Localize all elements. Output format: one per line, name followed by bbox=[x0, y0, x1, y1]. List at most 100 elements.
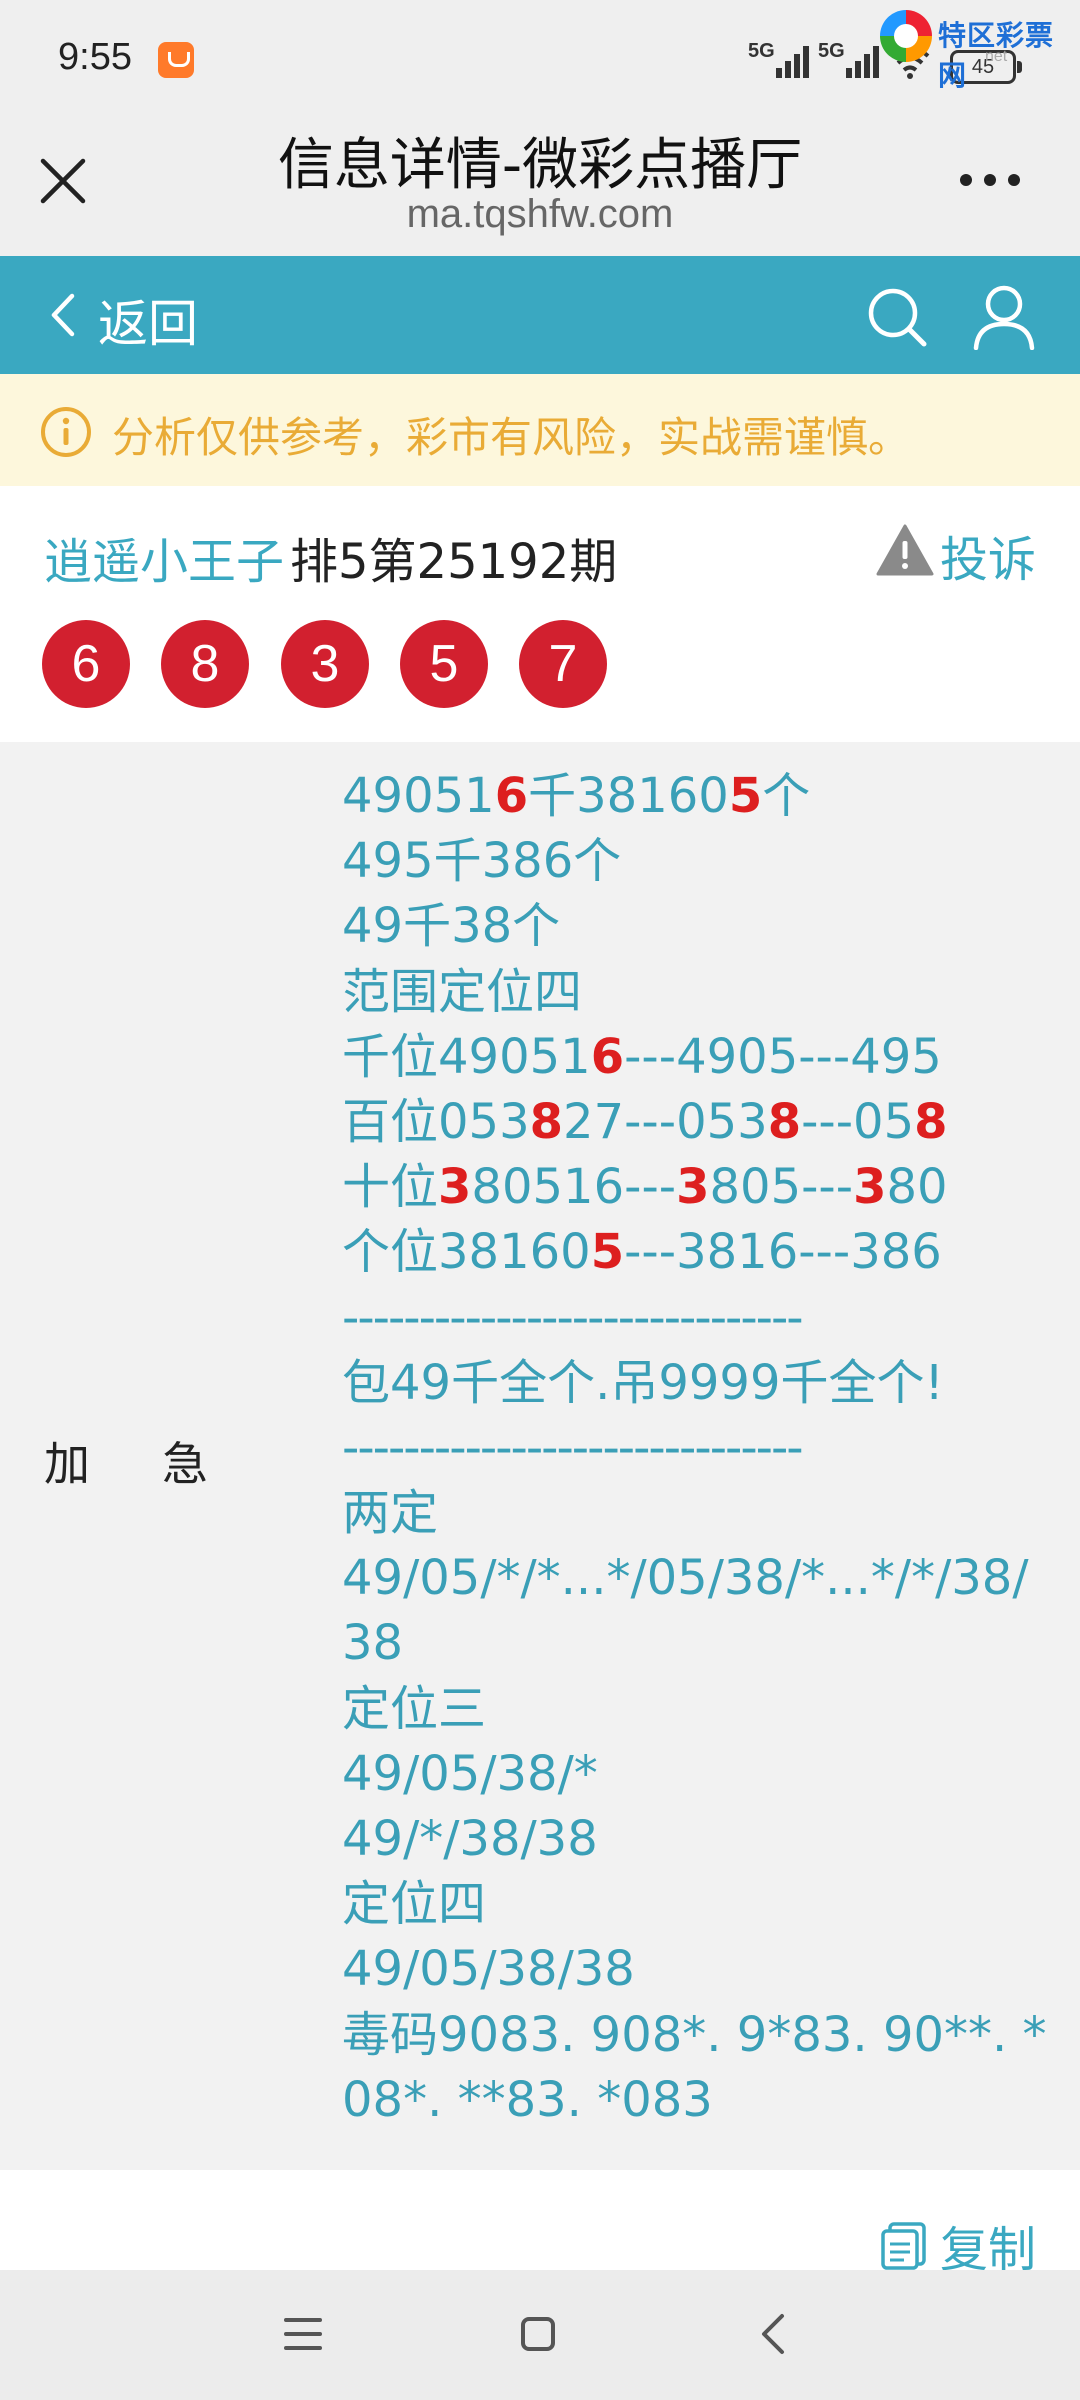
analysis-line: 两定 bbox=[342, 1481, 1042, 1546]
analysis-line: 定位三 bbox=[342, 1677, 1042, 1742]
analysis-line: 490516千381605个 bbox=[342, 764, 1042, 829]
text-segment: ---4905---495 bbox=[624, 1028, 942, 1085]
highlight-digit: 6 bbox=[494, 768, 529, 824]
back-button[interactable]: 返回 bbox=[98, 284, 198, 356]
text-segment: 49/05/38/38 bbox=[342, 1941, 635, 1998]
post-header: 逍遥小王子 排5第25192期 投诉 6 8 3 5 7 bbox=[0, 486, 1080, 742]
watermark-brand: 特区彩票网 bbox=[938, 19, 1055, 92]
analysis-line: 范围定位四 bbox=[342, 960, 1042, 1025]
text-segment: 805--- bbox=[709, 1159, 854, 1216]
analysis-line: 49千38个 bbox=[342, 894, 1042, 959]
status-time: 9:55 bbox=[58, 36, 132, 78]
text-segment: 定位三 bbox=[342, 1680, 487, 1737]
analysis-text: 490516千381605个 495千386个 49千38个 范围定位四 千位49051… bbox=[342, 764, 1047, 2133]
nav-back-icon[interactable] bbox=[758, 2312, 788, 2356]
analysis-line: 49/05/38/* bbox=[342, 1742, 1042, 1807]
status-bar: 9:55 5G 5G 45 特区彩票网 net bbox=[0, 0, 1080, 120]
text-segment: 个 bbox=[762, 768, 811, 824]
close-icon[interactable] bbox=[38, 156, 88, 206]
analysis-line: 千位490516---4905---495 bbox=[342, 1025, 1042, 1090]
analysis-line: 定位四 bbox=[342, 1872, 1042, 1937]
network-type-2: 5G bbox=[818, 40, 845, 62]
warning-icon[interactable] bbox=[876, 524, 934, 576]
system-nav-bar bbox=[0, 2270, 1080, 2400]
post-content: 加急 490516千381605个 495千386个 49千38个 范围定位四 千位49… bbox=[0, 742, 1080, 2170]
analysis-line: 49/05/*/*...*/05/38/*...*/*/38/ bbox=[342, 1546, 1042, 1611]
text-segment: 毒码9083. 908*. 9*83. 90**. * bbox=[342, 2006, 1047, 2063]
signal-1-icon bbox=[776, 44, 818, 78]
text-segment: 49千38个 bbox=[342, 898, 561, 955]
category-label: 加急 bbox=[44, 1428, 280, 1494]
highlight-digit: 5 bbox=[590, 1224, 625, 1281]
text-segment: ------------------------------ bbox=[342, 1289, 804, 1346]
text-segment: 千38160 bbox=[528, 768, 729, 824]
issue-title: 排5第25192期 bbox=[290, 534, 618, 590]
text-segment: 千位49051 bbox=[342, 1028, 591, 1085]
menu-icon[interactable] bbox=[284, 2316, 322, 2352]
lottery-ball: 3 bbox=[281, 620, 369, 708]
text-segment: 包49千全个.吊9999千全个! bbox=[342, 1354, 944, 1411]
user-icon[interactable] bbox=[972, 284, 1036, 350]
complain-button[interactable]: 投诉 bbox=[940, 520, 1036, 590]
analysis-line: 38 bbox=[342, 1611, 1042, 1676]
text-segment: 495千386个 bbox=[342, 833, 622, 890]
copy-bar: 复制 bbox=[0, 2170, 1080, 2278]
text-segment: 定位四 bbox=[342, 1876, 487, 1933]
highlight-digit: 8 bbox=[767, 1093, 802, 1150]
divider-line: ------------------------------ bbox=[342, 1416, 1042, 1481]
lottery-ball: 5 bbox=[400, 620, 488, 708]
text-segment: 27---053 bbox=[563, 1093, 768, 1150]
highlight-digit: 3 bbox=[853, 1159, 887, 1216]
text-segment: 08*. **83. *083 bbox=[342, 2071, 713, 2128]
category-label-char: 急 bbox=[162, 1437, 208, 1491]
text-segment: 范围定位四 bbox=[342, 963, 583, 1020]
text-segment: 49051 bbox=[342, 768, 495, 824]
text-segment: ---3816---386 bbox=[624, 1224, 942, 1281]
highlight-digit: 6 bbox=[590, 1028, 625, 1085]
text-segment: 两定 bbox=[342, 1485, 439, 1542]
text-segment: 49/*/38/38 bbox=[342, 1811, 598, 1867]
lottery-ball: 6 bbox=[42, 620, 130, 708]
text-segment: 个位38160 bbox=[342, 1224, 591, 1281]
divider-line: ------------------------------ bbox=[342, 1286, 1042, 1351]
text-segment: 38 bbox=[342, 1615, 404, 1672]
back-chevron-icon[interactable] bbox=[48, 292, 78, 338]
analysis-line: 08*. **83. *083 bbox=[342, 2068, 1042, 2133]
app-notification-icon bbox=[158, 42, 194, 78]
category-label-char: 加 bbox=[44, 1437, 90, 1491]
search-icon[interactable] bbox=[866, 286, 928, 348]
page-url: ma.tqshfw.com bbox=[406, 192, 674, 236]
more-icon[interactable] bbox=[960, 174, 1020, 188]
text-segment: ------------------------------ bbox=[342, 1419, 804, 1476]
highlight-digit: 8 bbox=[529, 1093, 564, 1150]
info-icon bbox=[41, 407, 91, 457]
highlight-digit: 5 bbox=[728, 768, 763, 824]
text-segment: 80516--- bbox=[471, 1159, 677, 1216]
text-segment: 80 bbox=[886, 1159, 948, 1216]
page-title: 信息详情-微彩点播厅 bbox=[277, 133, 803, 198]
analysis-line: 十位380516---3805---380 bbox=[342, 1155, 1042, 1220]
text-segment: 49/05/38/* bbox=[342, 1745, 598, 1802]
watermark-sub: net bbox=[985, 48, 1008, 65]
analysis-line: 毒码9083. 908*. 9*83. 90**. * bbox=[342, 2003, 1047, 2068]
analysis-line: 百位053827---0538---058 bbox=[342, 1090, 1042, 1155]
author-link[interactable]: 逍遥小王子 bbox=[44, 522, 284, 592]
copy-icon[interactable] bbox=[880, 2220, 930, 2270]
text-segment: 49/05/*/*...*/05/38/*...*/*/38/ bbox=[342, 1550, 1029, 1607]
analysis-line: 包49千全个.吊9999千全个! bbox=[342, 1351, 1042, 1416]
network-type-1: 5G bbox=[748, 40, 775, 62]
home-icon[interactable] bbox=[520, 2316, 556, 2352]
text-segment: 十位 bbox=[342, 1159, 439, 1216]
risk-notice: 分析仅供参考，彩市有风险，实战需谨慎。 bbox=[0, 374, 1080, 486]
watermark-logo-icon bbox=[880, 10, 932, 62]
text-segment: ---05 bbox=[801, 1093, 915, 1150]
notice-text: 分析仅供参考，彩市有风险，实战需谨慎。 bbox=[112, 413, 911, 462]
nav-bar: 返回 bbox=[0, 256, 1080, 374]
highlight-digit: 8 bbox=[914, 1093, 948, 1150]
text-segment: 百位053 bbox=[342, 1093, 530, 1150]
highlight-digit: 3 bbox=[438, 1159, 472, 1216]
lottery-ball: 7 bbox=[519, 620, 607, 708]
analysis-line: 49/*/38/38 bbox=[342, 1807, 1042, 1872]
analysis-line: 个位381605---3816---386 bbox=[342, 1220, 1042, 1285]
lottery-ball: 8 bbox=[161, 620, 249, 708]
